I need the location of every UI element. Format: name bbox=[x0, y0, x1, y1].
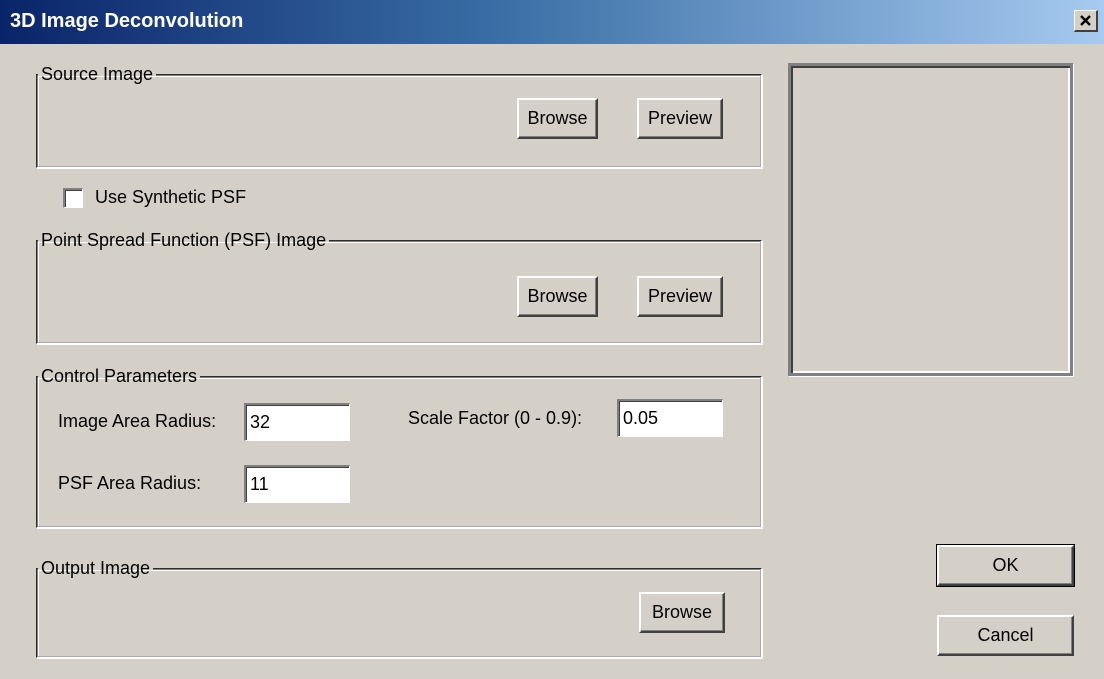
source-browse-button[interactable]: Browse bbox=[517, 98, 598, 139]
close-button[interactable] bbox=[1074, 10, 1098, 32]
image-area-radius-input[interactable] bbox=[244, 403, 350, 441]
image-area-radius-label: Image Area Radius: bbox=[58, 411, 217, 431]
cancel-button[interactable]: Cancel bbox=[937, 615, 1074, 656]
psf-image-legend: Point Spread Function (PSF) Image bbox=[41, 230, 327, 250]
image-preview-pane bbox=[788, 63, 1073, 376]
control-parameters-group: Control Parameters bbox=[36, 366, 762, 528]
psf-preview-button[interactable]: Preview bbox=[637, 276, 723, 317]
output-browse-button[interactable]: Browse bbox=[639, 592, 725, 633]
close-icon bbox=[1080, 15, 1091, 26]
psf-browse-button[interactable]: Browse bbox=[517, 276, 598, 317]
output-image-legend: Output Image bbox=[41, 558, 151, 578]
psf-area-radius-label: PSF Area Radius: bbox=[58, 473, 202, 493]
use-synthetic-psf-checkbox[interactable] bbox=[63, 188, 83, 208]
control-parameters-legend: Control Parameters bbox=[41, 366, 198, 386]
use-synthetic-psf-label[interactable]: Use Synthetic PSF bbox=[95, 187, 246, 208]
scale-factor-label: Scale Factor (0 - 0.9): bbox=[408, 408, 583, 428]
ok-button[interactable]: OK bbox=[936, 544, 1075, 587]
title-bar[interactable]: 3D Image Deconvolution bbox=[0, 0, 1104, 44]
source-image-legend: Source Image bbox=[41, 64, 154, 84]
psf-area-radius-input[interactable] bbox=[244, 465, 350, 503]
window-title: 3D Image Deconvolution bbox=[10, 10, 244, 32]
source-preview-button[interactable]: Preview bbox=[637, 98, 723, 139]
scale-factor-input[interactable] bbox=[617, 399, 723, 437]
